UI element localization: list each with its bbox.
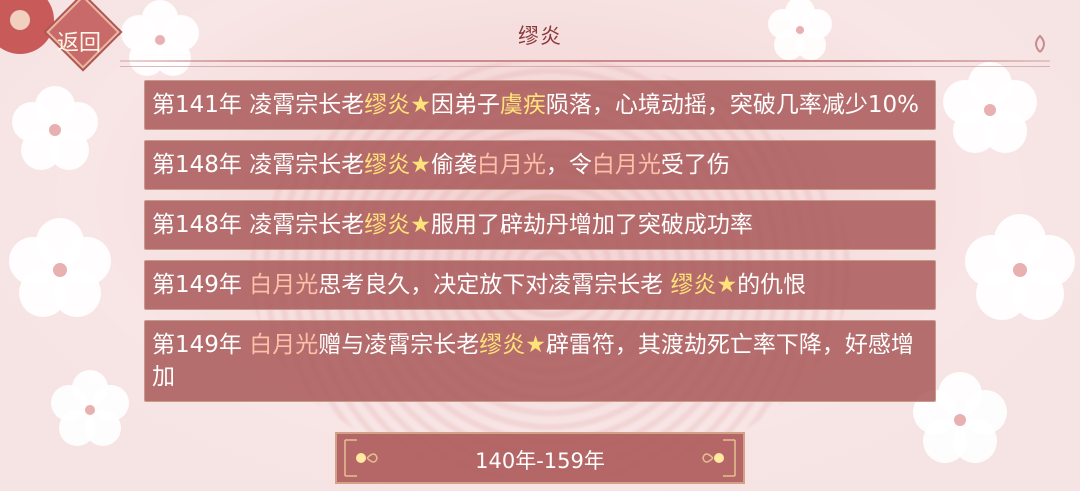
event-text: 凌霄宗长老 [241, 212, 365, 238]
event-year: 第149年 [152, 272, 242, 298]
character-name: 虞疾 [499, 92, 546, 118]
right-ornament-icon [702, 439, 736, 477]
event-entry: 第149年 白月光思考良久，决定放下对凌霄宗长老 缪炎★的仇恨 [144, 260, 936, 310]
year-range-selector[interactable]: 140年-159年 [335, 432, 745, 484]
event-text: 的仇恨 [737, 272, 807, 298]
event-year: 第148年 [152, 212, 242, 238]
event-text: 赠与凌霄宗长老 [318, 332, 480, 358]
other-character-name: 白月光 [249, 332, 319, 358]
event-entry: 第148年 凌霄宗长老缪炎★偷袭白月光，令白月光受了伤 [144, 140, 936, 190]
star-icon: ★ [410, 212, 431, 238]
character-name: 缪炎 [364, 92, 411, 118]
other-character-name: 白月光 [476, 152, 546, 178]
year-range-label: 140年-159年 [475, 449, 605, 473]
event-entry: 第141年 凌霄宗长老缪炎★因弟子虞疾陨落，心境动摇，突破几率减少10% [144, 80, 936, 130]
character-name: 缪炎 [479, 332, 526, 358]
star-icon: ★ [410, 92, 431, 118]
event-text: 凌霄宗长老 [241, 152, 365, 178]
event-log-list[interactable]: 第141年 凌霄宗长老缪炎★因弟子虞疾陨落，心境动摇，突破几率减少10% 第148… [144, 80, 936, 413]
event-text: 受了伤 [660, 152, 730, 178]
event-year: 第149年 [152, 332, 242, 358]
event-text: 凌霄宗长老 [241, 92, 365, 118]
event-year: 第141年 [152, 92, 242, 118]
character-name: 缪炎 [364, 212, 411, 238]
event-entry: 第149年 白月光赠与凌霄宗长老缪炎★辟雷符，其渡劫死亡率下降，好感增加 [144, 320, 936, 402]
event-text: 服用了辟劫丹增加了突破成功率 [430, 212, 753, 238]
event-text: 思考良久，决定放下对凌霄宗长老 [318, 272, 671, 298]
event-text: 陨落，心境动摇，突破几率减少10% [545, 92, 919, 118]
page-title: 缪炎 [518, 24, 562, 48]
event-text: ，令 [545, 152, 592, 178]
star-icon: ★ [716, 272, 738, 298]
event-text: 因弟子 [430, 92, 500, 118]
character-name: 缪炎 [670, 272, 717, 298]
event-year: 第148年 [152, 152, 242, 178]
header-divider-thin [120, 66, 1050, 67]
other-character-name: 白月光 [591, 152, 661, 178]
header-divider [120, 60, 1050, 62]
other-character-name: 白月光 [249, 272, 319, 298]
star-icon: ★ [410, 152, 431, 178]
star-icon: ★ [525, 332, 546, 358]
event-text: 偷袭 [430, 152, 477, 178]
event-entry: 第148年 凌霄宗长老缪炎★服用了辟劫丹增加了突破成功率 [144, 200, 936, 250]
character-name: 缪炎 [364, 152, 411, 178]
